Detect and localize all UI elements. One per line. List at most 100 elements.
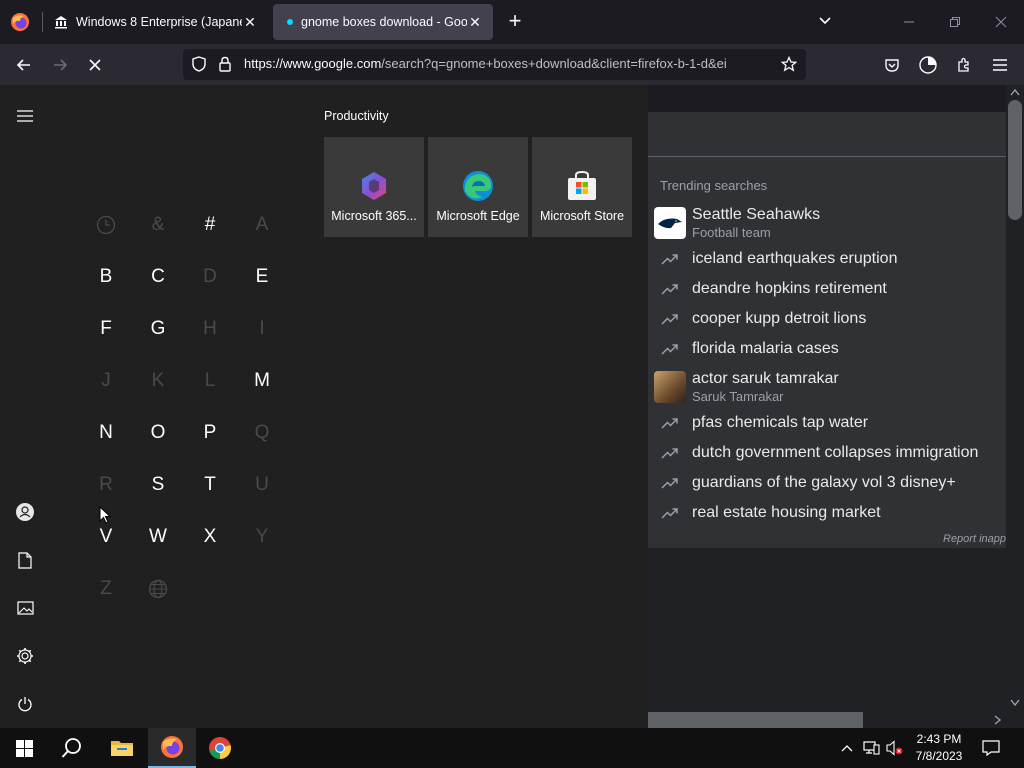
tile-microsoft-store[interactable]: Microsoft Store xyxy=(532,137,632,237)
tracking-protection-shield-icon[interactable] xyxy=(191,56,207,77)
jump-letter-b[interactable]: B xyxy=(80,251,132,303)
jump-letter-u: U xyxy=(255,474,269,495)
url-bar[interactable]: https://www.google.com/search?q=gnome+bo… xyxy=(183,49,806,80)
taskbar: 2:43 PM 7/8/2023 xyxy=(0,728,1024,768)
pictures-icon[interactable] xyxy=(12,595,38,621)
restore-button[interactable] xyxy=(940,8,970,36)
jump-letter-ampersand: & xyxy=(151,214,165,235)
suggestion-item[interactable]: actor saruk tamrakar Saruk Tamrakar xyxy=(648,370,1006,404)
jump-letter-o[interactable]: O xyxy=(132,407,184,459)
report-inappropriate-link[interactable]: Report inapp xyxy=(943,533,1006,545)
jump-letter-e[interactable]: E xyxy=(236,251,288,303)
clock-icon xyxy=(80,199,132,251)
suggestion-item[interactable]: florida malaria cases xyxy=(648,340,1006,358)
scroll-down-arrow-icon[interactable] xyxy=(1010,699,1020,707)
jump-letter-p[interactable]: P xyxy=(184,407,236,459)
tile-microsoft-edge[interactable]: Microsoft Edge xyxy=(428,137,528,237)
forward-button[interactable] xyxy=(47,52,73,78)
clock-time: 2:43 PM xyxy=(916,732,962,746)
bookmark-star-icon[interactable] xyxy=(780,55,798,77)
jump-letter-n[interactable]: N xyxy=(80,407,132,459)
tab-separator xyxy=(42,12,43,32)
close-tab-icon[interactable]: ✕ xyxy=(242,14,258,31)
jump-letter-x[interactable]: X xyxy=(184,511,236,563)
user-account-icon[interactable] xyxy=(12,499,38,525)
tab-windows8[interactable]: Windows 8 Enterprise (Japanese ✕ xyxy=(44,4,268,40)
jump-letter-z: Z xyxy=(100,578,112,599)
account-sync-icon[interactable] xyxy=(915,52,941,78)
suggestion-item[interactable]: cooper kupp detroit lions xyxy=(648,310,1006,328)
file-explorer-icon[interactable] xyxy=(98,728,146,768)
trending-icon xyxy=(648,283,692,295)
suggestion-text: iceland earthquakes eruption xyxy=(692,250,898,267)
url-host: https://www.google.com xyxy=(244,56,382,71)
hamburger-menu-icon[interactable] xyxy=(987,52,1013,78)
back-button[interactable] xyxy=(11,52,37,78)
jump-letter-w[interactable]: W xyxy=(132,511,184,563)
url-text[interactable]: https://www.google.com/search?q=gnome+bo… xyxy=(244,56,772,71)
scroll-up-arrow-icon[interactable] xyxy=(1010,88,1020,96)
edge-icon xyxy=(463,171,493,201)
suggestion-text: Seattle Seahawks xyxy=(692,206,821,223)
jump-letter-f[interactable]: F xyxy=(80,303,132,355)
seahawks-logo xyxy=(654,207,686,239)
suggestion-text: dutch government collapses immigration xyxy=(692,444,979,461)
tile-label: Microsoft Edge xyxy=(436,209,520,223)
suggestion-item[interactable]: iceland earthquakes eruption xyxy=(648,250,1006,268)
vertical-scrollbar-thumb[interactable] xyxy=(1008,100,1022,220)
jump-letter-a: A xyxy=(255,214,269,235)
extensions-icon[interactable] xyxy=(951,52,977,78)
taskbar-firefox-button[interactable] xyxy=(148,728,196,768)
horizontal-scrollbar-thumb[interactable] xyxy=(648,712,863,728)
suggestion-text: pfas chemicals tap water xyxy=(692,414,869,431)
windows-start-button[interactable] xyxy=(0,728,48,768)
jump-letter-d: D xyxy=(203,266,217,287)
jump-letter-j: J xyxy=(101,370,111,391)
suggestion-item[interactable]: guardians of the galaxy vol 3 disney+ xyxy=(648,474,1006,492)
list-all-tabs-chevron-icon[interactable] xyxy=(817,12,835,32)
trending-heading: Trending searches xyxy=(660,178,768,193)
suggestion-item[interactable]: dutch government collapses immigration xyxy=(648,444,1006,462)
suggestion-item[interactable]: real estate housing market xyxy=(648,504,1006,522)
trending-icon xyxy=(648,447,692,459)
close-tab-icon[interactable]: ✕ xyxy=(467,14,483,31)
taskbar-chrome-button[interactable] xyxy=(196,728,244,768)
documents-icon[interactable] xyxy=(12,547,38,573)
minimize-button[interactable] xyxy=(894,8,924,36)
suggestion-text: real estate housing market xyxy=(692,504,881,521)
suggestion-item[interactable]: Seattle Seahawks Football team xyxy=(648,206,1006,240)
jump-letter-c[interactable]: C xyxy=(132,251,184,303)
trending-icon xyxy=(648,313,692,325)
suggestion-item[interactable]: deandre hopkins retirement xyxy=(648,280,1006,298)
volume-muted-icon[interactable] xyxy=(886,739,904,757)
action-center-notifications-icon[interactable] xyxy=(982,739,1000,757)
page-content-area xyxy=(648,548,1006,712)
settings-gear-icon[interactable] xyxy=(12,643,38,669)
tab-google-search[interactable]: gnome boxes download - Goo ✕ xyxy=(273,4,493,40)
close-window-button[interactable] xyxy=(986,8,1016,36)
scroll-right-arrow-icon[interactable] xyxy=(994,715,1002,725)
firefox-menu-icon[interactable] xyxy=(8,10,32,34)
jump-letter-l: L xyxy=(204,370,216,391)
new-tab-button[interactable]: + xyxy=(504,10,526,34)
power-icon[interactable] xyxy=(12,691,38,717)
start-expand-hamburger-icon[interactable] xyxy=(12,103,38,129)
lock-icon[interactable] xyxy=(218,56,232,77)
suggestion-item[interactable]: pfas chemicals tap water xyxy=(648,414,1006,432)
show-hidden-icons-chevron-icon[interactable] xyxy=(838,739,856,757)
jump-letter-s[interactable]: S xyxy=(132,459,184,511)
pocket-icon[interactable] xyxy=(879,52,905,78)
network-icon[interactable] xyxy=(862,739,880,757)
loading-dot-icon xyxy=(287,19,293,25)
tile-microsoft-365[interactable]: Microsoft 365... xyxy=(324,137,424,237)
search-icon[interactable] xyxy=(48,728,96,768)
jump-letter-t[interactable]: T xyxy=(184,459,236,511)
system-clock[interactable]: 2:43 PM 7/8/2023 xyxy=(908,731,970,765)
jump-letter-hash[interactable]: # xyxy=(184,199,236,251)
stop-loading-button[interactable] xyxy=(82,52,108,78)
jump-letter-g[interactable]: G xyxy=(132,303,184,355)
jump-letter-r: R xyxy=(99,474,113,495)
jump-letter-m[interactable]: M xyxy=(236,355,288,407)
trending-icon xyxy=(648,417,692,429)
trending-icon xyxy=(648,507,692,519)
